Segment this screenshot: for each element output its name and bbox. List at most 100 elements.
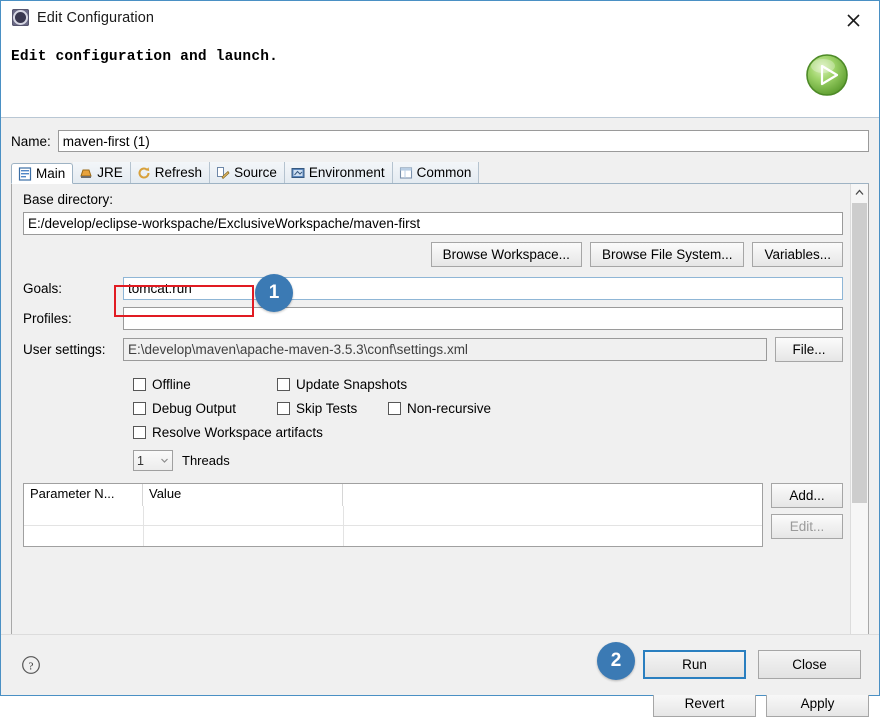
checkbox-update-snapshots[interactable]: Update Snapshots [277, 377, 407, 392]
row-divider-1 [24, 525, 762, 526]
checkbox-line-2: Debug Output Skip Tests Non-recursive [133, 396, 843, 420]
maven-config-icon [12, 9, 29, 26]
parameters-table-buttons: Add... Edit... [771, 483, 843, 539]
tab-refresh-label: Refresh [154, 165, 203, 180]
svg-text:?: ? [29, 660, 34, 672]
user-settings-row: User settings: E:\develop\maven\apache-m… [23, 337, 843, 362]
base-directory-input[interactable] [23, 212, 843, 235]
checkbox-update-snapshots-box[interactable] [277, 377, 290, 391]
tab-jre-label: JRE [97, 165, 123, 180]
name-input[interactable] [57, 130, 869, 152]
user-settings-label: User settings: [23, 342, 106, 357]
checkbox-non-recursive-box[interactable] [388, 401, 401, 415]
dialog-footer: ? Run Close [1, 634, 879, 695]
jre-icon [79, 166, 93, 180]
footer-buttons: Run Close [643, 650, 861, 679]
add-parameter-button[interactable]: Add... [771, 483, 843, 508]
directory-buttons-row: Browse Workspace... Browse File System..… [23, 242, 843, 267]
main-tab-panel: Base directory: Browse Workspace... Brow… [11, 184, 869, 684]
tab-main[interactable]: Main [11, 163, 74, 184]
tab-environment-label: Environment [308, 165, 385, 180]
threads-select[interactable]: 1 [133, 450, 173, 471]
threads-label: Threads [182, 453, 230, 468]
refresh-icon [137, 166, 151, 180]
green-run-play-icon [803, 51, 851, 99]
edit-parameter-button[interactable]: Edit... [771, 514, 843, 539]
parameters-table[interactable]: Parameter N... Value [23, 483, 763, 547]
checkbox-offline[interactable]: Offline [133, 377, 277, 392]
checkbox-non-recursive-label: Non-recursive [407, 400, 492, 416]
checkbox-line-1: Offline Update Snapshots [133, 372, 843, 396]
dialog-body: Name: Main [1, 118, 879, 717]
checkbox-offline-label: Offline [152, 376, 191, 392]
main-tab-content: Base directory: Browse Workspace... Brow… [12, 184, 851, 683]
column-header-parameter-name[interactable]: Parameter N... [24, 484, 143, 506]
checkbox-resolve-workspace-artifacts-box[interactable] [133, 425, 146, 439]
checkbox-debug-output-box[interactable] [133, 401, 146, 415]
scrollbar-thumb[interactable] [852, 203, 867, 503]
tab-main-label: Main [36, 166, 66, 181]
window-title: Edit Configuration [37, 9, 155, 26]
column-header-value[interactable]: Value [143, 484, 343, 506]
checkbox-debug-output[interactable]: Debug Output [133, 401, 277, 416]
checkbox-offline-box[interactable] [133, 377, 146, 391]
browse-file-system-button[interactable]: Browse File System... [589, 242, 745, 267]
common-icon [399, 166, 413, 180]
help-question-icon[interactable]: ? [21, 655, 41, 675]
user-settings-file-button[interactable]: File... [775, 337, 843, 362]
edit-configuration-dialog: Edit Configuration Edit configuration an… [0, 0, 880, 717]
user-settings-value[interactable]: E:\develop\maven\apache-maven-3.5.3\conf… [123, 338, 767, 361]
checkbox-skip-tests-label: Skip Tests [296, 400, 358, 416]
tab-bar: Main JRE Refresh Source Environment Comm… [11, 162, 869, 184]
annotation-badge-2: 2 [597, 642, 635, 680]
title-bar: Edit Configuration [1, 1, 879, 39]
tab-common[interactable]: Common [392, 162, 480, 183]
checkbox-resolve-workspace-artifacts-label: Resolve Workspace artifacts [152, 424, 323, 440]
checkbox-skip-tests-box[interactable] [277, 401, 290, 415]
close-button[interactable]: Close [758, 650, 861, 679]
source-icon [216, 166, 230, 180]
checkbox-skip-tests[interactable]: Skip Tests [277, 401, 388, 416]
name-label: Name: [11, 133, 51, 149]
profiles-row: Profiles: [23, 307, 843, 330]
options-checkbox-group: Offline Update Snapshots Debug Output Sk… [23, 372, 843, 444]
goals-row: Goals: [23, 277, 843, 300]
run-button[interactable]: Run [643, 650, 746, 679]
banner: Edit configuration and launch. [1, 39, 879, 118]
close-glyph [846, 13, 860, 27]
tab-source[interactable]: Source [210, 162, 285, 183]
chevron-down-icon [161, 458, 168, 463]
column-header-extra[interactable] [343, 484, 762, 506]
checkbox-debug-output-label: Debug Output [152, 400, 237, 416]
close-icon[interactable] [835, 5, 871, 35]
column-divider-2 [343, 506, 344, 546]
base-directory-label: Base directory: [23, 192, 114, 207]
tab-environment[interactable]: Environment [284, 162, 393, 183]
main-page-icon [18, 166, 32, 181]
parameters-table-header: Parameter N... Value [24, 484, 762, 506]
checkbox-line-3: Resolve Workspace artifacts [133, 420, 843, 444]
threads-value: 1 [137, 453, 144, 468]
variables-button[interactable]: Variables... [752, 242, 843, 267]
scroll-up-icon[interactable] [851, 184, 868, 201]
checkbox-resolve-workspace-artifacts[interactable]: Resolve Workspace artifacts [133, 425, 323, 440]
threads-row: 1 Threads [23, 450, 843, 471]
goals-input[interactable] [123, 277, 843, 300]
scrollbar-track[interactable] [851, 201, 868, 666]
panel-scrollbar[interactable] [850, 184, 868, 683]
goals-label: Goals: [23, 281, 63, 296]
environment-icon [291, 166, 305, 180]
checkbox-non-recursive[interactable]: Non-recursive [388, 401, 491, 416]
banner-message: Edit configuration and launch. [11, 49, 279, 65]
checkbox-update-snapshots-label: Update Snapshots [296, 376, 408, 392]
profiles-input[interactable] [123, 307, 843, 330]
column-divider-1 [143, 506, 144, 546]
title-group: Edit Configuration [12, 9, 154, 26]
tab-jre[interactable]: JRE [73, 162, 131, 183]
tab-source-label: Source [234, 165, 277, 180]
browse-workspace-button[interactable]: Browse Workspace... [430, 242, 582, 267]
annotation-badge-1: 1 [255, 274, 293, 312]
tab-refresh[interactable]: Refresh [130, 162, 211, 183]
name-row: Name: [11, 130, 869, 152]
parameters-table-body[interactable] [24, 506, 762, 546]
